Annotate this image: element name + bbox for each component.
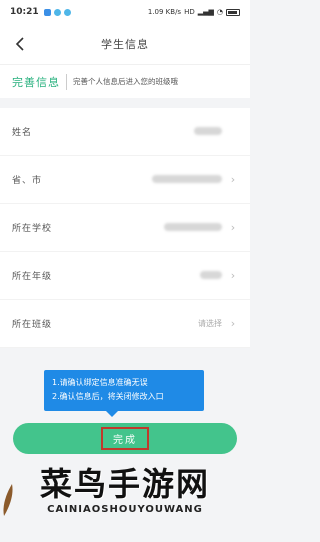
tooltip-line-1: 1.请确认绑定信息准确无误 [52,378,148,387]
row-label: 省、市 [12,176,43,186]
divider [66,73,67,90]
row-value: 请选择 [198,319,222,328]
chevron-right-icon: › [230,221,236,234]
row-province-city[interactable]: 省、市 › [0,156,250,204]
complete-button[interactable]: 完成 [13,423,237,454]
row-value-blurred [164,222,222,233]
page-title: 学生信息 [101,38,149,51]
student-info-form: 姓名 省、市 › 所在学校 › 所在年级 › 所在班级 请选择 › [0,108,250,348]
row-value-blurred [194,126,222,137]
signal-icon: ▂▄▆ [197,8,214,16]
network-speed: 1.09 KB/s [147,8,182,16]
row-class[interactable]: 所在班级 请选择 › [0,300,250,348]
watermark: 菜鸟手游网 CAINIAOSHOUYOUWANG [10,464,240,515]
status-bar: 10:21 1.09 KB/s HD ▂▄▆ ◔ [0,0,250,24]
row-grade[interactable]: 所在年级 › [0,252,250,300]
notification-icons [43,8,71,16]
chevron-left-icon [15,37,24,51]
chevron-right-icon: › [230,269,236,282]
tip-description: 完善个人信息后进入您的班级哦 [73,77,178,86]
watermark-subtitle: CAINIAOSHOUYOUWANG [47,504,203,515]
info-tip-bar: 完善信息 完善个人信息后进入您的班级哦 [0,64,250,98]
chat-notification-icon [63,8,71,16]
chevron-right-icon: › [230,317,236,330]
status-time: 10:21 [10,7,39,17]
back-button[interactable] [8,32,32,56]
row-label: 所在学校 [12,224,53,234]
row-school[interactable]: 所在学校 › [0,204,250,252]
row-value-blurred [152,174,222,185]
watermark-title: 菜鸟手游网 [39,465,210,503]
confirm-tooltip: 1.请确认绑定信息准确无误 2.确认信息后，将关闭修改入口 [44,370,204,417]
tip-tag: 完善信息 [12,75,60,89]
status-right: 1.09 KB/s HD ▂▄▆ ◔ [148,8,240,16]
complete-button-label: 完成 [101,427,149,450]
app-notification-icon [43,8,51,16]
nav-bar: 学生信息 [0,24,250,64]
hd-signal: HD [184,8,195,16]
row-label: 所在年级 [12,272,53,282]
row-value-blurred [200,270,222,281]
tooltip-line-2: 2.确认信息后，将关闭修改入口 [52,392,164,401]
chevron-right-icon: › [230,173,236,186]
wifi-icon: ◔ [216,8,223,16]
row-label: 姓名 [12,128,33,138]
row-label: 所在班级 [12,320,53,330]
battery-icon [226,8,240,16]
message-notification-icon [53,8,61,16]
row-name[interactable]: 姓名 [0,108,250,156]
